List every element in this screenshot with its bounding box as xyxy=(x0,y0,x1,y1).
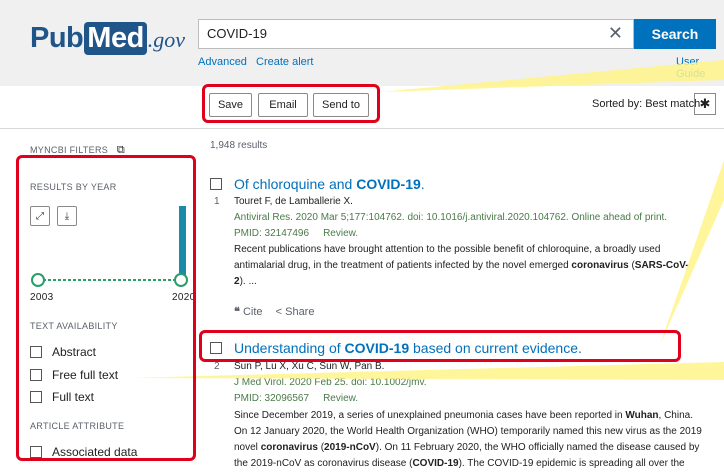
logo-med: Med xyxy=(84,22,147,55)
result-1-citation: Antiviral Res. 2020 Mar 5;177:104762. do… xyxy=(234,212,668,223)
result-2-citation: J Med Virol. 2020 Feb 25. doi: 10.1002/j… xyxy=(234,377,427,388)
highlight-sidebar-box xyxy=(16,155,196,461)
pubmed-logo[interactable]: Pub Med .gov xyxy=(30,22,185,62)
results-count: 1,948 results xyxy=(210,140,268,151)
create-alert-link[interactable]: Create alert xyxy=(256,56,313,68)
logo-pub: Pub xyxy=(30,22,84,54)
gear-icon[interactable]: ✱ xyxy=(694,93,716,115)
result-1-snippet: Recent publications have brought attenti… xyxy=(234,244,689,287)
result-2-pmid: PMID: 32096567 Review. xyxy=(234,393,359,404)
result-2-snippet: Since December 2019, a series of unexpla… xyxy=(234,410,702,469)
user-guide-link[interactable]: User Guide xyxy=(676,56,724,80)
close-icon[interactable]: ✕ xyxy=(608,23,623,44)
search-input[interactable]: COVID-19 ✕ xyxy=(198,19,634,49)
result-1-number: 1 xyxy=(214,196,220,207)
result-2-number: 2 xyxy=(214,361,220,372)
search-input-value: COVID-19 xyxy=(207,26,267,41)
result-1-pmid: PMID: 32147496 Review. xyxy=(234,228,359,239)
highlight-toolbar-box xyxy=(202,84,380,123)
sort-selector[interactable]: Sorted by: Best match xyxy=(592,98,700,110)
search-links: Advanced Create alert xyxy=(198,56,319,68)
share-button[interactable]: < Share xyxy=(276,306,315,318)
result-2-authors: Sun P, Lu X, Xu C, Sun W, Pan B. xyxy=(234,361,385,372)
share-icon: < xyxy=(275,306,283,318)
result-1-actions: ❝ Cite < Share xyxy=(234,305,314,318)
highlight-title-box xyxy=(199,330,681,362)
result-1-title[interactable]: Of chloroquine and COVID-19. xyxy=(234,176,425,192)
cite-button[interactable]: ❝ Cite xyxy=(234,306,263,318)
quote-icon: ❝ xyxy=(234,306,240,318)
advanced-link[interactable]: Advanced xyxy=(198,56,247,68)
result-1-checkbox[interactable] xyxy=(210,178,222,190)
result-1-authors: Touret F, de Lamballerie X. xyxy=(234,196,353,207)
search-button[interactable]: Search xyxy=(634,19,716,49)
logo-gov: .gov xyxy=(147,27,186,52)
